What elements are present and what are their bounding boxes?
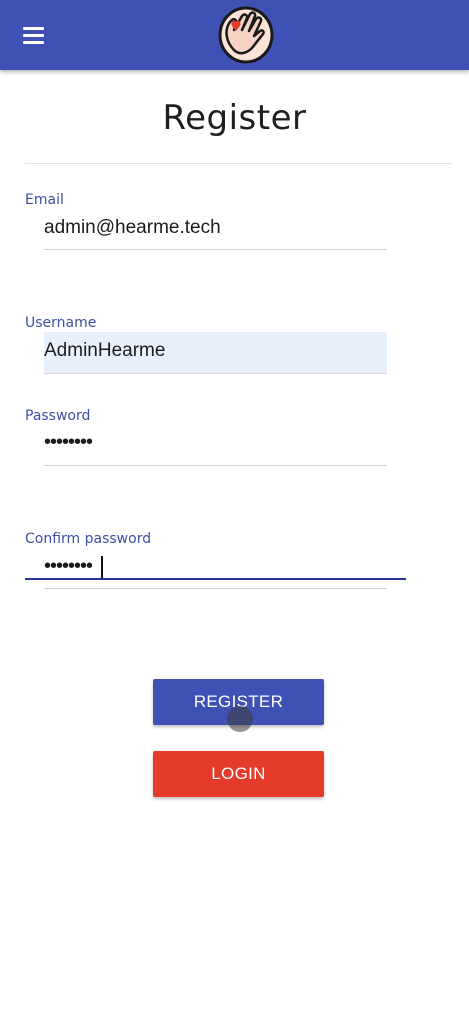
confirm-password-active-underline [25,578,406,580]
login-button[interactable]: LOGIN [153,751,324,797]
confirm-password-underline [44,588,387,589]
confirm-password-label: Confirm password [25,531,152,547]
hamburger-menu-icon[interactable] [20,24,48,46]
password-field[interactable]: •••••••• [44,431,93,454]
email-label: Email [25,192,64,208]
confirm-password-field[interactable]: •••••••• [44,555,93,578]
page-title: Register [162,98,307,138]
password-underline [44,465,387,466]
username-label: Username [25,315,97,331]
email-underline [44,249,387,250]
text-caret [101,556,103,578]
touch-ripple [227,706,253,732]
password-label: Password [25,408,91,424]
username-value: AdminHearme [44,340,166,361]
username-underline [44,373,387,374]
app-bar [0,0,469,70]
divider [25,163,451,164]
logo-icon [218,6,274,64]
email-field[interactable]: admin@hearme.tech [44,217,221,239]
